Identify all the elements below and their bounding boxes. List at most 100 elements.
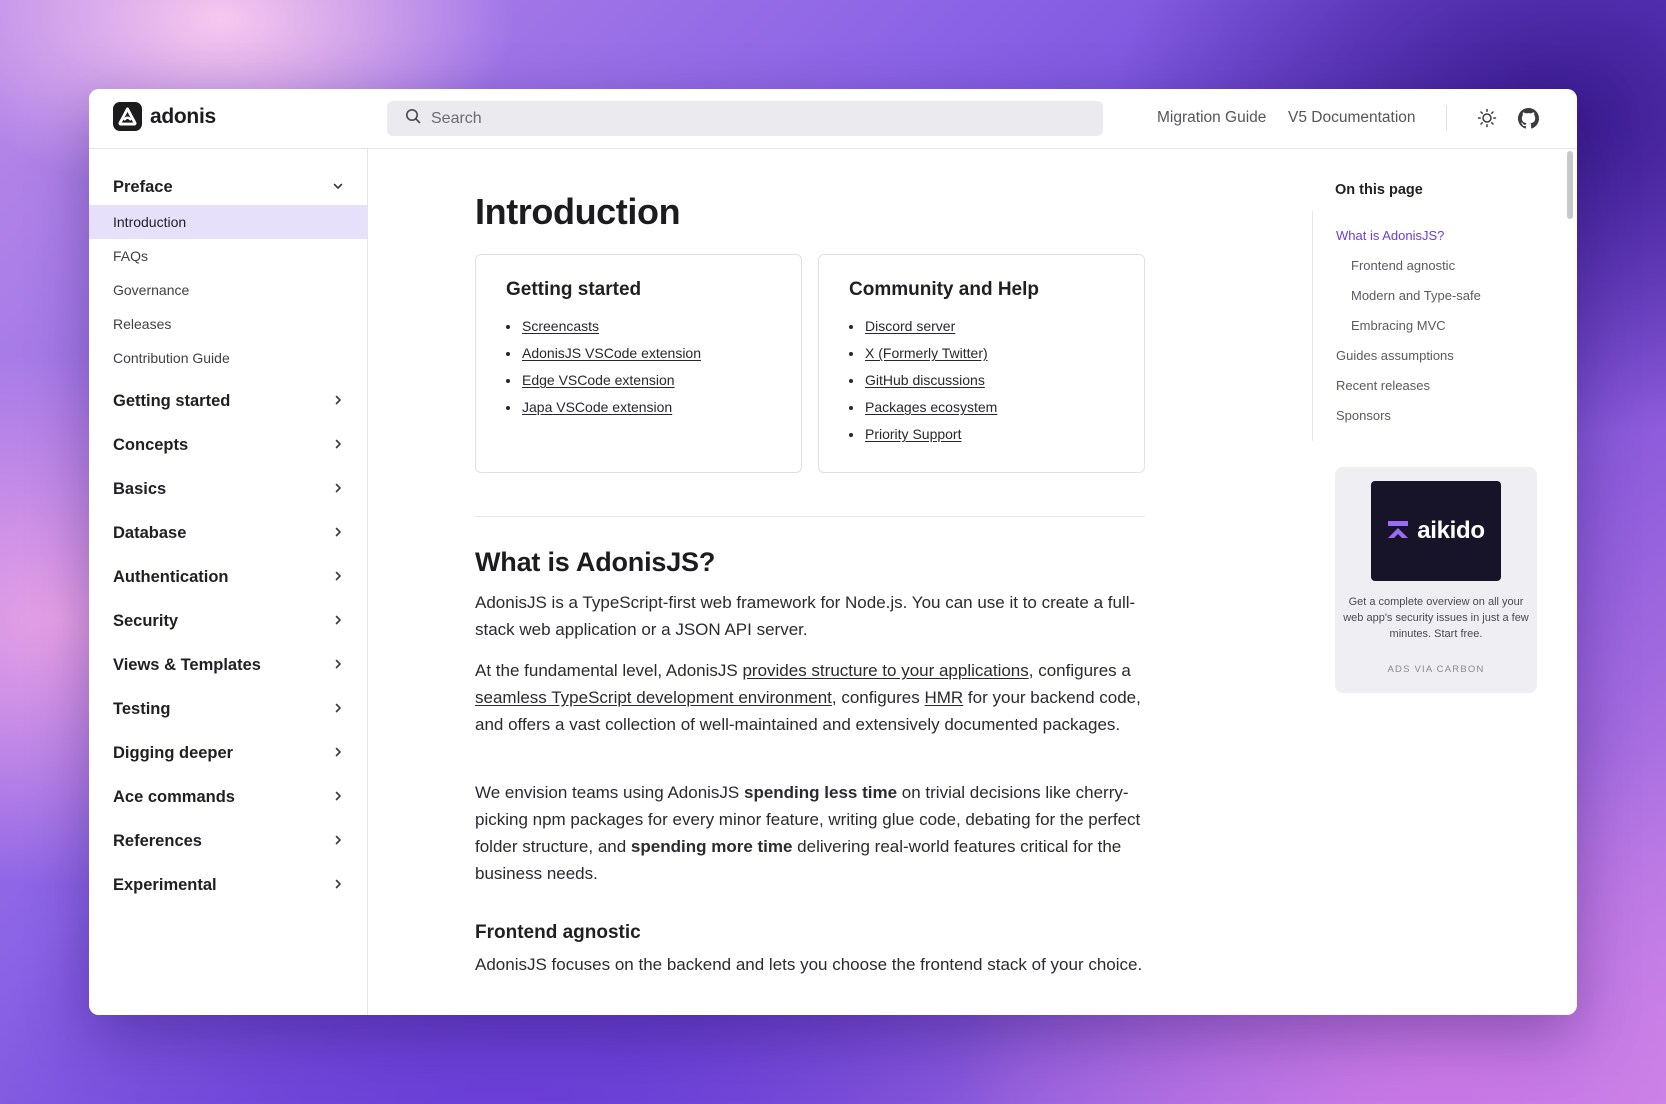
sidebar-section-experimental[interactable]: Experimental [113, 873, 344, 897]
browser-window: adonis Search Migration Guide V5 Documen… [89, 89, 1577, 1015]
toc-item[interactable]: Guides assumptions [1336, 348, 1454, 363]
list-item: Priority Support [849, 421, 1114, 448]
header-divider [1446, 105, 1447, 131]
chevron-right-icon [332, 832, 344, 851]
twitter-link[interactable]: X (Formerly Twitter) [865, 345, 988, 361]
sidebar-section-digging-deeper[interactable]: Digging deeper [113, 741, 344, 765]
sidebar-section-label: Preface [113, 177, 173, 196]
scrollbar-thumb[interactable] [1567, 151, 1573, 219]
sidebar-section-authentication[interactable]: Authentication [113, 565, 344, 589]
search-input[interactable]: Search [387, 101, 1103, 136]
top-header: adonis Search Migration Guide V5 Documen… [89, 89, 1577, 149]
chevron-right-icon [332, 480, 344, 499]
sidebar-section-basics[interactable]: Basics [113, 477, 344, 501]
screencasts-link[interactable]: Screencasts [522, 318, 599, 334]
sidebar-section-label: Views & Templates [113, 655, 261, 674]
sidebar-section-label: Database [113, 523, 187, 542]
sidebar-item-introduction[interactable]: Introduction [89, 205, 367, 239]
chevron-right-icon [332, 744, 344, 763]
sidebar-section-preface[interactable]: Preface [113, 175, 344, 199]
sidebar-item-contribution-guide[interactable]: Contribution Guide [89, 341, 367, 375]
list-item: Discord server [849, 313, 1114, 340]
main-content: Introduction Getting started Screencasts… [475, 149, 1175, 1015]
ad-text[interactable]: Get a complete overview on all your web … [1343, 594, 1529, 642]
migration-guide-link[interactable]: Migration Guide [1157, 109, 1266, 127]
discord-link[interactable]: Discord server [865, 318, 955, 334]
sidebar-section-label: Ace commands [113, 787, 235, 806]
sidebar-item-faqs[interactable]: FAQs [89, 239, 367, 273]
sidebar-item-releases[interactable]: Releases [89, 307, 367, 341]
vscode-extension-link[interactable]: AdonisJS VSCode extension [522, 345, 701, 361]
sidebar-section-views-templates[interactable]: Views & Templates [113, 653, 344, 677]
logo[interactable]: adonis [113, 102, 216, 131]
packages-ecosystem-link[interactable]: Packages ecosystem [865, 399, 997, 415]
toc-item[interactable]: Embracing MVC [1351, 318, 1446, 333]
page-title: Introduction [475, 191, 681, 232]
toc-rail [1312, 211, 1313, 441]
ads-via-carbon[interactable]: ADS VIA CARBON [1335, 664, 1537, 675]
search-placeholder: Search [431, 109, 482, 127]
v5-documentation-link[interactable]: V5 Documentation [1288, 109, 1416, 127]
chevron-right-icon [332, 568, 344, 587]
toc-item[interactable]: What is AdonisJS? [1336, 228, 1444, 243]
priority-support-link[interactable]: Priority Support [865, 426, 961, 442]
chevron-right-icon [332, 788, 344, 807]
list-item: X (Formerly Twitter) [849, 340, 1114, 367]
paragraph-intro: AdonisJS is a TypeScript-first web frame… [475, 593, 1136, 639]
sidebar-section-label: Authentication [113, 567, 229, 586]
sidebar-section-label: Basics [113, 479, 167, 498]
github-discussions-link[interactable]: GitHub discussions [865, 372, 985, 388]
sidebar-section-security[interactable]: Security [113, 609, 344, 633]
paragraph-frontend: AdonisJS focuses on the backend and lets… [475, 955, 1143, 974]
list-item: Packages ecosystem [849, 394, 1114, 421]
sidebar-section-concepts[interactable]: Concepts [113, 433, 344, 457]
carbon-ad[interactable]: aikido Get a complete overview on all yo… [1335, 467, 1537, 693]
card-title: Community and Help [849, 279, 1040, 300]
card-getting-started: Getting started Screencasts AdonisJS VSC… [475, 254, 802, 473]
chevron-right-icon [332, 700, 344, 719]
sidebar-section-database[interactable]: Database [113, 521, 344, 545]
structure-link[interactable]: provides structure to your applications [742, 661, 1028, 680]
chevron-right-icon [332, 656, 344, 675]
toc-title: On this page [1335, 182, 1423, 198]
github-icon[interactable] [1517, 107, 1539, 129]
japa-extension-link[interactable]: Japa VSCode extension [522, 399, 672, 415]
sidebar-section-references[interactable]: References [113, 829, 344, 853]
typescript-env-link[interactable]: seamless TypeScript development environm… [475, 688, 832, 707]
sidebar-section-getting-started[interactable]: Getting started [113, 389, 344, 413]
sidebar-section-label: Getting started [113, 391, 231, 410]
ad-image[interactable]: aikido [1371, 481, 1501, 581]
chevron-down-icon [332, 178, 344, 197]
list-item: Screencasts [506, 313, 771, 340]
search-icon [405, 108, 421, 129]
logo-text: adonis [150, 104, 216, 128]
list-item: Japa VSCode extension [506, 394, 771, 421]
paragraph-vision: We envision teams using AdonisJS spendin… [475, 783, 1141, 883]
toc-item[interactable]: Recent releases [1336, 378, 1430, 393]
edge-extension-link[interactable]: Edge VSCode extension [522, 372, 675, 388]
section-heading-what-is: What is AdonisJS? [475, 547, 716, 577]
toc-item[interactable]: Frontend agnostic [1351, 258, 1455, 273]
sidebar: Preface Introduction FAQs Governance Rel… [89, 149, 368, 1015]
adonis-logo-icon [113, 102, 142, 131]
aikido-logo-icon [1387, 518, 1409, 545]
paragraph-fundamental: At the fundamental level, AdonisJS provi… [475, 661, 1141, 734]
sidebar-item-governance[interactable]: Governance [89, 273, 367, 307]
sidebar-section-ace-commands[interactable]: Ace commands [113, 785, 344, 809]
chevron-right-icon [332, 436, 344, 455]
scrollbar[interactable] [1567, 151, 1573, 1013]
sidebar-section-label: Testing [113, 699, 171, 718]
sidebar-section-testing[interactable]: Testing [113, 697, 344, 721]
card-title: Getting started [506, 279, 642, 300]
section-heading-frontend-agnostic: Frontend agnostic [475, 922, 641, 943]
toc-item[interactable]: Sponsors [1336, 408, 1391, 423]
list-item: GitHub discussions [849, 367, 1114, 394]
chevron-right-icon [332, 392, 344, 411]
sidebar-section-label: Digging deeper [113, 743, 234, 762]
theme-toggle-sun-icon[interactable] [1476, 107, 1498, 129]
toc-item[interactable]: Modern and Type-safe [1351, 288, 1481, 303]
sidebar-section-label: References [113, 831, 202, 850]
hmr-link[interactable]: HMR [924, 688, 963, 707]
list-item: Edge VSCode extension [506, 367, 771, 394]
card-community-help: Community and Help Discord server X (For… [818, 254, 1145, 473]
